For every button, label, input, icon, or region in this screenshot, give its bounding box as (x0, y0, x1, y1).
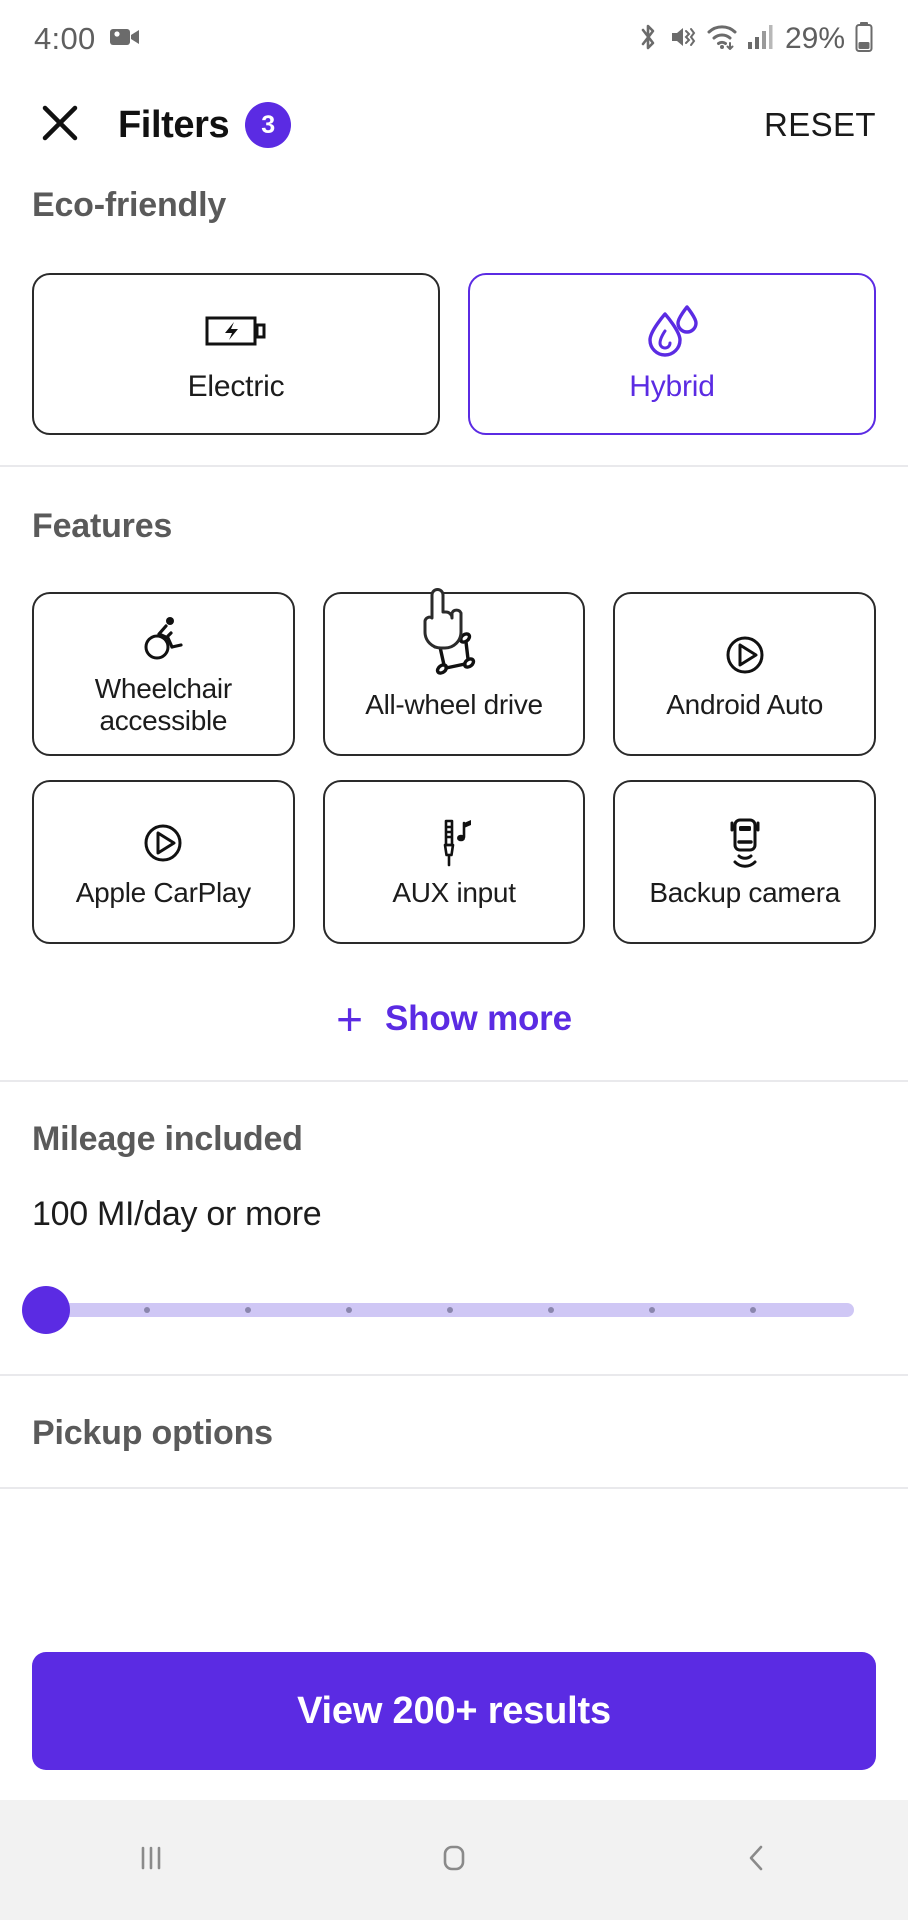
view-results-button[interactable]: View 200+ results (32, 1652, 876, 1770)
show-more-label: Show more (385, 999, 572, 1038)
feature-backup-camera[interactable]: Backup camera (613, 780, 877, 944)
slider-tick (649, 1307, 655, 1313)
filters-footer: View 200+ results (0, 1624, 908, 1800)
feature-android-auto-label: Android Auto (666, 688, 824, 720)
slider-tick (346, 1307, 352, 1313)
eco-friendly-title: Eco-friendly (32, 186, 227, 224)
water-drops-icon (643, 304, 701, 358)
status-bar-right: 29% (636, 21, 874, 58)
filters-header: Filters 3 RESET (0, 78, 908, 172)
slider-tick-marks (46, 1303, 854, 1317)
mileage-slider[interactable] (22, 1282, 876, 1338)
reset-button[interactable]: RESET (764, 106, 876, 144)
feature-apple-carplay-label: Apple CarPlay (75, 876, 251, 908)
features-grid: Wheelchair accessible All-wheel drive An… (32, 592, 877, 944)
slider-tick (750, 1307, 756, 1313)
mileage-title: Mileage included (32, 1120, 303, 1158)
recents-icon (131, 1838, 171, 1883)
filter-option-hybrid-label: Hybrid (629, 370, 715, 403)
active-filter-count-badge: 3 (245, 102, 292, 148)
features-row-1: Wheelchair accessible All-wheel drive An… (32, 592, 877, 756)
home-icon (434, 1838, 474, 1883)
close-icon (38, 101, 82, 150)
feature-backup-camera-label: Backup camera (649, 876, 840, 908)
feature-aux-input[interactable]: AUX input (322, 780, 586, 944)
feature-all-wheel-drive[interactable]: All-wheel drive (322, 592, 586, 756)
play-circle-icon (720, 627, 770, 683)
back-icon (737, 1838, 777, 1883)
filters-screen: 4:00 29% Filters 3 RESET Eco-friendly El… (0, 0, 908, 1920)
show-more-button[interactable]: + Show more (32, 996, 876, 1042)
pickup-options-title: Pickup options (32, 1414, 273, 1452)
feature-android-auto[interactable]: Android Auto (613, 592, 877, 756)
pickup-options-section: Pickup options (0, 1376, 908, 1487)
feature-all-wheel-drive-label: All-wheel drive (365, 688, 543, 720)
slider-tick (548, 1307, 554, 1313)
all-wheel-drive-icon (427, 627, 481, 683)
feature-wheelchair-accessible[interactable]: Wheelchair accessible (32, 592, 295, 756)
status-bar: 4:00 29% (0, 0, 908, 78)
feature-aux-input-label: AUX input (392, 876, 516, 908)
mileage-value-label: 100 MI/day or more (32, 1195, 322, 1233)
slider-tick (144, 1307, 150, 1313)
slider-tick (447, 1307, 453, 1313)
features-title: Features (32, 507, 173, 545)
home-button[interactable] (394, 1800, 514, 1920)
mute-vibrate-icon (669, 22, 697, 57)
recents-button[interactable] (91, 1800, 211, 1920)
filter-option-hybrid[interactable]: Hybrid (468, 273, 876, 435)
android-nav-bar (0, 1800, 908, 1920)
filters-scroll-area[interactable]: Eco-friendly Electric Hybrid Features Wh… (0, 172, 908, 1624)
eco-friendly-options: Electric Hybrid (32, 273, 876, 435)
video-camera-icon (109, 26, 140, 53)
feature-wheelchair-accessible-label: Wheelchair accessible (94, 672, 232, 736)
section-divider (0, 1487, 908, 1489)
wifi-icon (706, 23, 738, 56)
play-circle-icon (138, 815, 188, 871)
status-bar-clock: 4:00 (34, 21, 96, 56)
slider-thumb[interactable] (22, 1286, 70, 1334)
back-button[interactable] (697, 1800, 817, 1920)
eco-friendly-section: Eco-friendly Electric Hybrid (0, 172, 908, 465)
feature-apple-carplay[interactable]: Apple CarPlay (32, 780, 295, 944)
cellular-signal-icon (747, 23, 773, 56)
page-title: Filters (118, 103, 230, 146)
battery-percent-label: 29% (784, 22, 845, 55)
filter-option-electric[interactable]: Electric (32, 273, 440, 435)
plus-icon: + (336, 993, 364, 1045)
mileage-section: Mileage included 100 MI/day or more (0, 1082, 908, 1374)
battery-charging-icon (205, 304, 267, 358)
close-button[interactable] (32, 97, 88, 153)
features-row-2: Apple CarPlay AUX input Backup camera (32, 780, 877, 944)
status-bar-left: 4:00 (34, 21, 140, 57)
features-section: Features Wheelchair accessible All-wheel… (0, 467, 908, 1080)
header-title-group: Filters 3 (118, 102, 292, 148)
slider-tick (245, 1307, 251, 1313)
battery-icon (854, 21, 874, 58)
backup-camera-icon (722, 815, 768, 871)
wheelchair-icon (138, 611, 188, 667)
bluetooth-icon (636, 22, 660, 57)
filter-option-electric-label: Electric (187, 370, 285, 403)
aux-jack-music-icon (429, 815, 479, 871)
